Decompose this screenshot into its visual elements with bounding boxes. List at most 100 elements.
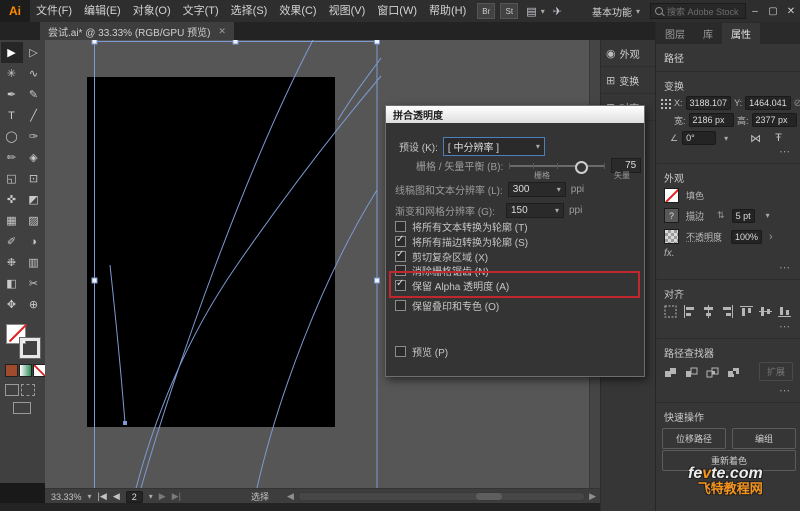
pencil-tool-icon[interactable]: ✏	[1, 147, 23, 168]
group-button[interactable]: 编组	[732, 428, 796, 449]
hand-tool-icon[interactable]: ✥	[1, 294, 23, 315]
fill-color-swatch[interactable]	[664, 188, 679, 203]
hscroll-right-icon[interactable]: ▶	[589, 491, 596, 502]
handle-top-left[interactable]	[91, 40, 98, 45]
offset-path-button[interactable]: 位移路径	[662, 428, 726, 449]
stock-button[interactable]: St	[500, 3, 519, 19]
menu-item-help[interactable]: 帮助(H)	[423, 0, 472, 22]
share-icon[interactable]: ✈	[553, 5, 562, 18]
chevron-down-icon[interactable]: ▾	[724, 134, 728, 143]
text-to-outlines-checkbox[interactable]	[395, 221, 406, 232]
menu-item-select[interactable]: 选择(S)	[225, 0, 274, 22]
arrange-documents-icon[interactable]: ▤	[526, 5, 536, 18]
blend-tool-icon[interactable]: ◑	[23, 231, 45, 252]
align-right-icon[interactable]	[721, 305, 734, 318]
document-tab[interactable]: 尝试.ai* @ 33.33% (RGB/GPU 预览) ✕	[40, 22, 234, 40]
tab-libraries[interactable]: 库	[694, 23, 722, 44]
draw-behind-icon[interactable]	[21, 384, 35, 396]
slice-tool-icon[interactable]: ✂	[23, 273, 45, 294]
preset-select[interactable]: [ 中分辨率 ] ▾	[442, 137, 545, 156]
align-center-h-icon[interactable]	[702, 305, 715, 318]
magic-wand-tool-icon[interactable]: ✳	[1, 63, 23, 84]
scale-tool-icon[interactable]: ◱	[1, 168, 23, 189]
balance-slider[interactable]	[509, 160, 606, 174]
stroke-stepper-icon[interactable]: ⇅	[717, 210, 725, 221]
workspace-switcher[interactable]: 基本功能	[592, 4, 632, 19]
stroke-color-swatch[interactable]: ?	[664, 208, 679, 223]
lasso-tool-icon[interactable]: ∿	[23, 63, 45, 84]
prev-artboard-icon[interactable]: ◀	[113, 491, 120, 502]
stroke-weight-field[interactable]: 5 pt	[731, 208, 755, 223]
artboard-dropdown-icon[interactable]: ▾	[149, 492, 153, 501]
stock-search-input[interactable]: 搜索 Adobe Stock	[650, 3, 746, 19]
flip-vertical-icon[interactable]: Ŧ	[775, 132, 782, 144]
link-dimensions-icon[interactable]: ⊘	[794, 98, 800, 109]
tab-close-icon[interactable]: ✕	[218, 26, 226, 37]
angle-field[interactable]: 0°	[682, 131, 717, 145]
opacity-field[interactable]: 100%	[731, 229, 763, 244]
eyedropper-tool-icon[interactable]: ✐	[1, 231, 23, 252]
minimize-button[interactable]: –	[746, 6, 764, 17]
align-left-icon[interactable]	[683, 305, 696, 318]
ellipse-tool-icon[interactable]: ◯	[1, 126, 23, 147]
screen-mode-icon[interactable]	[13, 402, 31, 414]
width-field[interactable]: 2186 px	[688, 113, 734, 127]
mesh-resolution-select[interactable]: 150 ▾	[506, 203, 564, 218]
pathfinder-unite-icon[interactable]	[664, 367, 677, 380]
opacity-swatch-icon[interactable]	[664, 229, 679, 244]
pen-tool-icon[interactable]: ✒	[1, 84, 23, 105]
stroke-label[interactable]: 描边	[686, 209, 704, 222]
free-transform-tool-icon[interactable]: ⊡	[23, 168, 45, 189]
symbol-sprayer-tool-icon[interactable]: ❉	[1, 252, 23, 273]
menu-item-object[interactable]: 对象(O)	[127, 0, 177, 22]
maximize-button[interactable]: ▢	[764, 6, 782, 17]
gradient-mode-button[interactable]	[19, 364, 32, 377]
strokes-to-outlines-checkbox[interactable]	[395, 234, 406, 247]
direct-selection-tool-icon[interactable]: ▷	[23, 42, 45, 63]
handle-top-right[interactable]	[374, 40, 380, 45]
opacity-label[interactable]: 不透明度	[686, 230, 722, 243]
y-field[interactable]: 1464.041	[745, 96, 791, 110]
last-artboard-icon[interactable]: ▶|	[172, 491, 181, 502]
first-artboard-icon[interactable]: |◀	[98, 491, 107, 502]
tab-layers[interactable]: 图层	[656, 23, 694, 44]
align-key-object-icon[interactable]	[664, 305, 677, 318]
transform-more-options[interactable]: ⋯	[779, 145, 791, 158]
draw-normal-icon[interactable]	[5, 384, 19, 396]
selection-tool-icon[interactable]: ▶	[0, 42, 23, 63]
artboard-number-field[interactable]: 2	[125, 490, 143, 503]
appearance-more-options[interactable]: ⋯	[779, 261, 791, 274]
menu-item-type[interactable]: 文字(T)	[177, 0, 225, 22]
fx-button[interactable]: fx.	[664, 248, 675, 259]
menu-item-file[interactable]: 文件(F)	[30, 0, 78, 22]
horizontal-scrollbar[interactable]	[297, 492, 586, 501]
dock-item-transform[interactable]: ⊞ 变换	[601, 67, 656, 94]
handle-mid-left[interactable]	[91, 277, 98, 284]
preserve-overprint-spot-checkbox[interactable]	[395, 300, 406, 311]
chevron-down-icon[interactable]: ▾	[766, 211, 770, 220]
x-field[interactable]: 3188.107	[685, 96, 732, 110]
opacity-chevron-icon[interactable]: ›	[769, 231, 773, 243]
line-tool-icon[interactable]: ╱	[23, 105, 45, 126]
align-top-icon[interactable]	[740, 305, 753, 318]
menu-item-view[interactable]: 视图(V)	[323, 0, 372, 22]
anchor-point[interactable]	[123, 421, 127, 425]
dialog-title-bar[interactable]: 拼合透明度	[386, 106, 644, 123]
menu-item-edit[interactable]: 编辑(E)	[78, 0, 127, 22]
artboard-tool-icon[interactable]: ◧	[1, 273, 23, 294]
perspective-grid-tool-icon[interactable]: ◩	[23, 189, 45, 210]
graph-tool-icon[interactable]: ▥	[23, 252, 45, 273]
stroke-swatch[interactable]	[19, 337, 41, 359]
dock-item-appearance[interactable]: ◉ 外观	[601, 40, 656, 67]
paintbrush-tool-icon[interactable]: ✑	[23, 126, 45, 147]
type-tool-icon[interactable]: T	[1, 105, 23, 126]
hscroll-left-icon[interactable]: ◀	[287, 491, 294, 502]
close-button[interactable]: ✕	[782, 6, 800, 17]
height-field[interactable]: 2377 px	[751, 113, 797, 127]
next-artboard-icon[interactable]: ▶	[159, 491, 166, 502]
align-more-options[interactable]: ⋯	[779, 320, 791, 333]
balance-slider-thumb[interactable]	[575, 160, 589, 174]
zoom-level[interactable]: 33.33%	[51, 492, 82, 502]
menu-item-window[interactable]: 窗口(W)	[371, 0, 423, 22]
align-bottom-icon[interactable]	[778, 305, 791, 318]
